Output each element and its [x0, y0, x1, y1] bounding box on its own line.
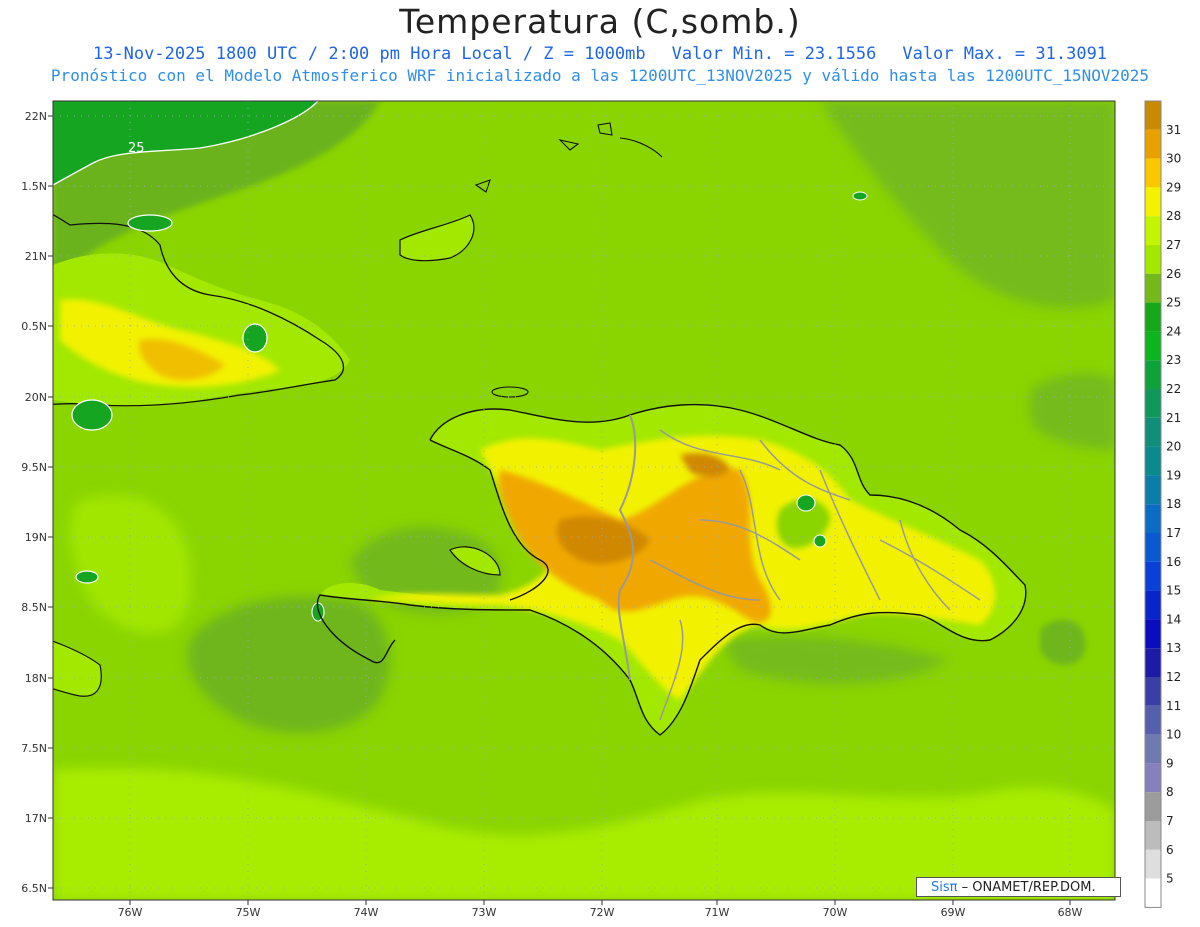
- colorbar-label: 27: [1166, 238, 1181, 252]
- lon-label: 74W: [354, 906, 379, 919]
- cuba-cold-spot-3: [127, 214, 173, 232]
- lat-label: 20N: [25, 391, 47, 404]
- colorbar-label: 20: [1166, 440, 1181, 454]
- temperature-map: 25 22N 1.5N 21N 0.5N 20N 9.5N 19N 8.5N 1…: [21, 100, 1181, 919]
- lon-label: 70W: [823, 906, 848, 919]
- colorbar-label: 26: [1166, 267, 1181, 281]
- colorbar-swatch: [1145, 792, 1161, 821]
- colorbar-label: 25: [1166, 296, 1181, 310]
- lat-ticks: [48, 115, 53, 889]
- colorbar-label: 9: [1166, 756, 1174, 770]
- colorbar-swatch: [1145, 648, 1161, 677]
- colorbar-swatch: [1145, 705, 1161, 735]
- lat-label: 7.5N: [21, 742, 47, 755]
- lat-label: 19N: [25, 531, 47, 544]
- colorbar-label: 13: [1166, 641, 1181, 655]
- lat-axis: 22N 1.5N 21N 0.5N 20N 9.5N 19N 8.5N 18N …: [21, 110, 47, 895]
- colorbar-label: 5: [1166, 872, 1174, 886]
- colorbar-label: 24: [1166, 324, 1181, 338]
- colorbar-label: 28: [1166, 209, 1181, 223]
- colorbar-swatch: [1145, 245, 1161, 274]
- colorbar-swatch: [1145, 561, 1161, 591]
- colorbar-label: 31: [1166, 123, 1181, 137]
- hispaniola-cold-spot: [796, 494, 816, 512]
- contour-label-25: 25: [128, 141, 145, 156]
- colorbar-label: 16: [1166, 555, 1181, 569]
- colorbar-swatch: [1145, 677, 1161, 706]
- lat-label: 8.5N: [21, 601, 47, 614]
- colorbar-swatch: [1145, 763, 1161, 793]
- colorbar-label: 23: [1166, 353, 1181, 367]
- lat-label: 0.5N: [21, 320, 47, 333]
- colorbar-label: 6: [1166, 843, 1174, 857]
- lon-ticks: [129, 900, 1071, 905]
- lon-label: 71W: [705, 906, 730, 919]
- lon-label: 72W: [590, 906, 615, 919]
- colorbar-swatch: [1145, 849, 1161, 879]
- colorbar-swatch: [1145, 590, 1161, 620]
- lat-label: 18N: [25, 672, 47, 685]
- cuba-cold-spot: [71, 399, 113, 431]
- colorbar-label: 12: [1166, 670, 1181, 684]
- colorbar-swatch: [1145, 360, 1161, 389]
- colorbar-label: 11: [1166, 699, 1181, 713]
- colorbar-swatch: [1145, 446, 1161, 476]
- lat-label: 1.5N: [21, 180, 47, 193]
- colorbar-swatch: [1145, 417, 1161, 447]
- cold-islet: [852, 191, 868, 201]
- hispaniola-cold-spot-2: [813, 534, 827, 548]
- sis-logo-text: Sisπ: [931, 880, 958, 895]
- lat-label: 9.5N: [21, 461, 47, 474]
- lon-label: 75W: [236, 906, 261, 919]
- colorbar-label: 10: [1166, 728, 1181, 742]
- colorbar-swatch: [1145, 302, 1161, 332]
- colorbar-swatch: [1145, 734, 1161, 764]
- colorbar: 31 30 29 28 27 26 25 24 23 22 21 20 19 18 17 16 15 14 13 12…: [1144, 100, 1181, 908]
- colorbar-label: 30: [1166, 152, 1181, 166]
- colorbar-label: 8: [1166, 785, 1174, 799]
- colorbar-swatch: [1145, 821, 1161, 850]
- colorbar-swatch: [1145, 273, 1161, 303]
- colorbar-swatch: [1145, 216, 1161, 245]
- colorbar-swatch: [1145, 475, 1161, 505]
- colorbar-label: 18: [1166, 497, 1181, 511]
- cold-spot-sea: [75, 570, 99, 584]
- lon-label: 73W: [472, 906, 497, 919]
- lat-label: 6.5N: [21, 882, 47, 895]
- colorbar-swatch: [1145, 331, 1161, 361]
- lon-label: 76W: [118, 906, 143, 919]
- colorbar-label: 15: [1166, 584, 1181, 598]
- colorbar-swatch: [1145, 187, 1161, 217]
- colorbar-label: 21: [1166, 411, 1181, 425]
- lon-label: 69W: [941, 906, 966, 919]
- cuba-cold-spot-2: [242, 323, 268, 353]
- colorbar-swatch: [1145, 504, 1161, 533]
- lon-axis: 76W 75W 74W 73W 72W 71W 70W 69W 68W: [118, 906, 1083, 919]
- colorbar-label: 7: [1166, 814, 1174, 828]
- cool-sea-se: [1040, 619, 1086, 665]
- lat-label: 22N: [25, 110, 47, 123]
- colorbar-label: 14: [1166, 612, 1181, 626]
- colorbar-label: 19: [1166, 468, 1181, 482]
- lat-label: 21N: [25, 250, 47, 263]
- colorbar-swatch: [1145, 129, 1161, 159]
- colorbar-swatch: [1145, 878, 1161, 908]
- lat-label: 17N: [25, 812, 47, 825]
- colorbar-swatch: [1145, 101, 1161, 130]
- colorbar-swatch: [1145, 158, 1161, 188]
- colorbar-swatch: [1145, 619, 1161, 649]
- colorbar-label: 29: [1166, 180, 1181, 194]
- map-field: [53, 101, 1115, 900]
- colorbar-swatch: [1145, 533, 1161, 562]
- colorbar-swatch: [1145, 389, 1161, 418]
- colorbar-label: 17: [1166, 526, 1181, 540]
- lon-label: 68W: [1058, 906, 1083, 919]
- credit-text: – ONAMET/REP.DOM.: [957, 880, 1096, 895]
- colorbar-label: 22: [1166, 382, 1181, 396]
- credit-box: Sisπ – ONAMET/REP.DOM.: [916, 877, 1121, 897]
